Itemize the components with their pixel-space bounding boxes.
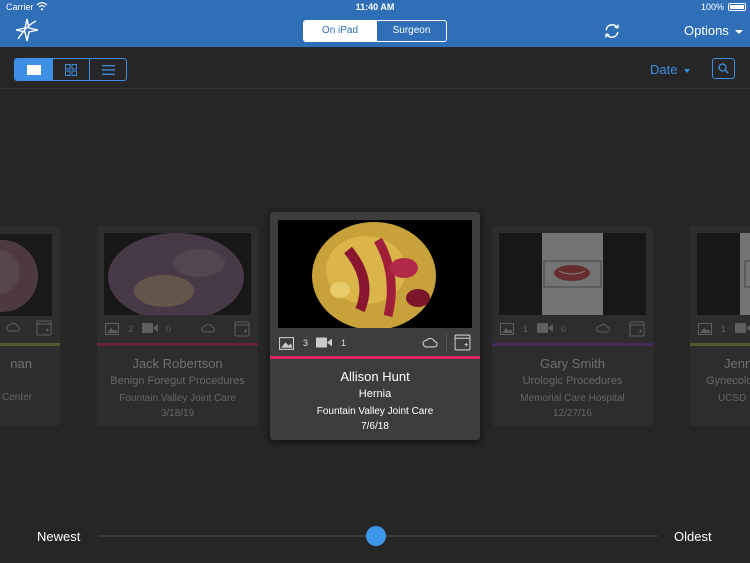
navigation-bar: Carrier 11:40 AM 100% On iPad Surgeon Va…: [0, 0, 750, 47]
add-to-album-icon[interactable]: [454, 334, 471, 351]
case-date: 7/6/18: [361, 421, 389, 432]
facility-name: Fountain Valley Joint Care: [119, 393, 236, 404]
options-label: Options: [684, 23, 729, 38]
video-icon: [142, 323, 158, 333]
procedure-name: Gynecolo: [706, 375, 750, 387]
storage-segmented-control: On iPad Surgeon Vault: [303, 20, 447, 42]
search-button[interactable]: [712, 58, 735, 79]
image-icon: [500, 323, 514, 335]
segment-on-ipad[interactable]: On iPad: [304, 21, 376, 41]
case-thumbnail: [0, 234, 52, 316]
cloud-icon[interactable]: [422, 337, 438, 348]
facility-name: Fountain Valley Joint Care: [316, 406, 434, 417]
sort-label: Date: [650, 62, 678, 77]
add-to-album-icon: [234, 321, 250, 337]
toolbar: Date: [0, 47, 750, 89]
divider: [446, 334, 447, 352]
cloud-icon: [596, 323, 610, 333]
case-accent-bar: [97, 343, 258, 346]
patient-name: nan: [10, 356, 32, 371]
video-icon: [735, 323, 750, 333]
video-count: 0: [561, 324, 567, 334]
case-date: 3/18/19: [160, 408, 195, 419]
media-count-bar: 3 1: [270, 332, 480, 354]
case-thumbnail: [104, 233, 251, 321]
case-thumbnail: [499, 233, 646, 315]
compass-star-logo[interactable]: [14, 17, 40, 43]
sort-dropdown[interactable]: Date: [650, 62, 691, 77]
grid-view-button[interactable]: [52, 59, 89, 80]
patient-name: Gary Smith: [539, 356, 605, 371]
case-card[interactable]: 3 0 Jack Robertson Benign Foregut Proced…: [97, 226, 258, 426]
case-accent-bar: [492, 343, 653, 346]
anatomy-diagram-image: [542, 233, 603, 315]
image-icon: [698, 323, 712, 335]
case-accent-bar: [270, 356, 480, 359]
search-icon: [718, 63, 729, 74]
view-mode-switcher: [14, 58, 127, 81]
procedure-name: Urologic Procedures: [522, 375, 623, 387]
image-count: 1: [523, 324, 529, 334]
add-to-album-icon: [629, 321, 645, 337]
add-to-album-icon: [36, 320, 52, 336]
chevron-down-icon: [734, 29, 743, 34]
image-icon: [105, 323, 119, 335]
image-count: 3: [128, 324, 134, 334]
video-icon: [537, 323, 553, 333]
grid-view-icon: [65, 63, 77, 76]
media-count-bar: 1: [690, 318, 750, 340]
case-accent-bar: [690, 343, 750, 346]
endoscope-image: [108, 233, 244, 321]
facility-name: Memorial Care Hospital: [520, 393, 625, 404]
slider-oldest-label: Oldest: [674, 529, 712, 544]
media-count-bar: 3 0: [97, 318, 258, 340]
procedure-name: Benign Foregut Procedures: [110, 375, 245, 387]
video-icon: [316, 337, 332, 348]
media-count-bar: 1 0: [492, 318, 653, 340]
patient-name: Jack Robertson: [132, 356, 223, 371]
anatomy-diagram-image: [740, 233, 750, 315]
sync-icon[interactable]: [603, 22, 621, 40]
status-bar: Carrier 11:40 AM 100%: [0, 0, 750, 14]
endoscope-image: [312, 222, 436, 330]
case-thumbnail: [697, 233, 750, 315]
single-card-view-icon: [26, 64, 41, 75]
battery-icon: [728, 3, 746, 11]
case-card[interactable]: nan Center: [0, 226, 60, 426]
case-accent-bar: [0, 343, 60, 346]
list-view-icon: [101, 64, 115, 75]
chevron-down-icon: [684, 68, 691, 73]
patient-name: Jenn: [724, 356, 750, 371]
case-card-selected[interactable]: 3 1 Allison Hunt Hernia Fountain Valley …: [270, 212, 480, 440]
slider-newest-label: Newest: [37, 529, 81, 544]
list-view-button[interactable]: [89, 59, 126, 80]
procedure-name: Hernia: [358, 388, 392, 400]
patient-name: Allison Hunt: [340, 369, 410, 384]
cloud-icon: [6, 322, 20, 332]
case-card[interactable]: 1 0 Gary Smith Urologic Procedures Memor…: [492, 226, 653, 426]
facility-name: UCSD: [718, 393, 747, 404]
timeline-slider-thumb[interactable]: [366, 526, 386, 546]
cloud-icon: [201, 323, 215, 333]
facility-name: Center: [1, 392, 32, 403]
video-count: 0: [166, 324, 172, 334]
app-window: Carrier 11:40 AM 100% On iPad Surgeon Va…: [0, 0, 750, 563]
case-card[interactable]: 1 Jenn Gynecolo UCSD: [690, 226, 750, 426]
case-thumbnail[interactable]: [278, 220, 472, 330]
video-count: 1: [341, 338, 347, 348]
case-date: 12/27/16: [553, 408, 592, 419]
segment-surgeon-vault[interactable]: Surgeon Vault: [376, 21, 446, 41]
image-count: 3: [303, 338, 309, 348]
image-count: 1: [721, 324, 727, 334]
battery-percentage: 100%: [700, 2, 724, 12]
single-card-view-button[interactable]: [15, 59, 52, 80]
endoscope-image: [0, 240, 38, 312]
clock-label: 11:40 AM: [355, 2, 395, 12]
image-icon: [279, 337, 294, 350]
options-menu-button[interactable]: Options: [684, 23, 743, 38]
